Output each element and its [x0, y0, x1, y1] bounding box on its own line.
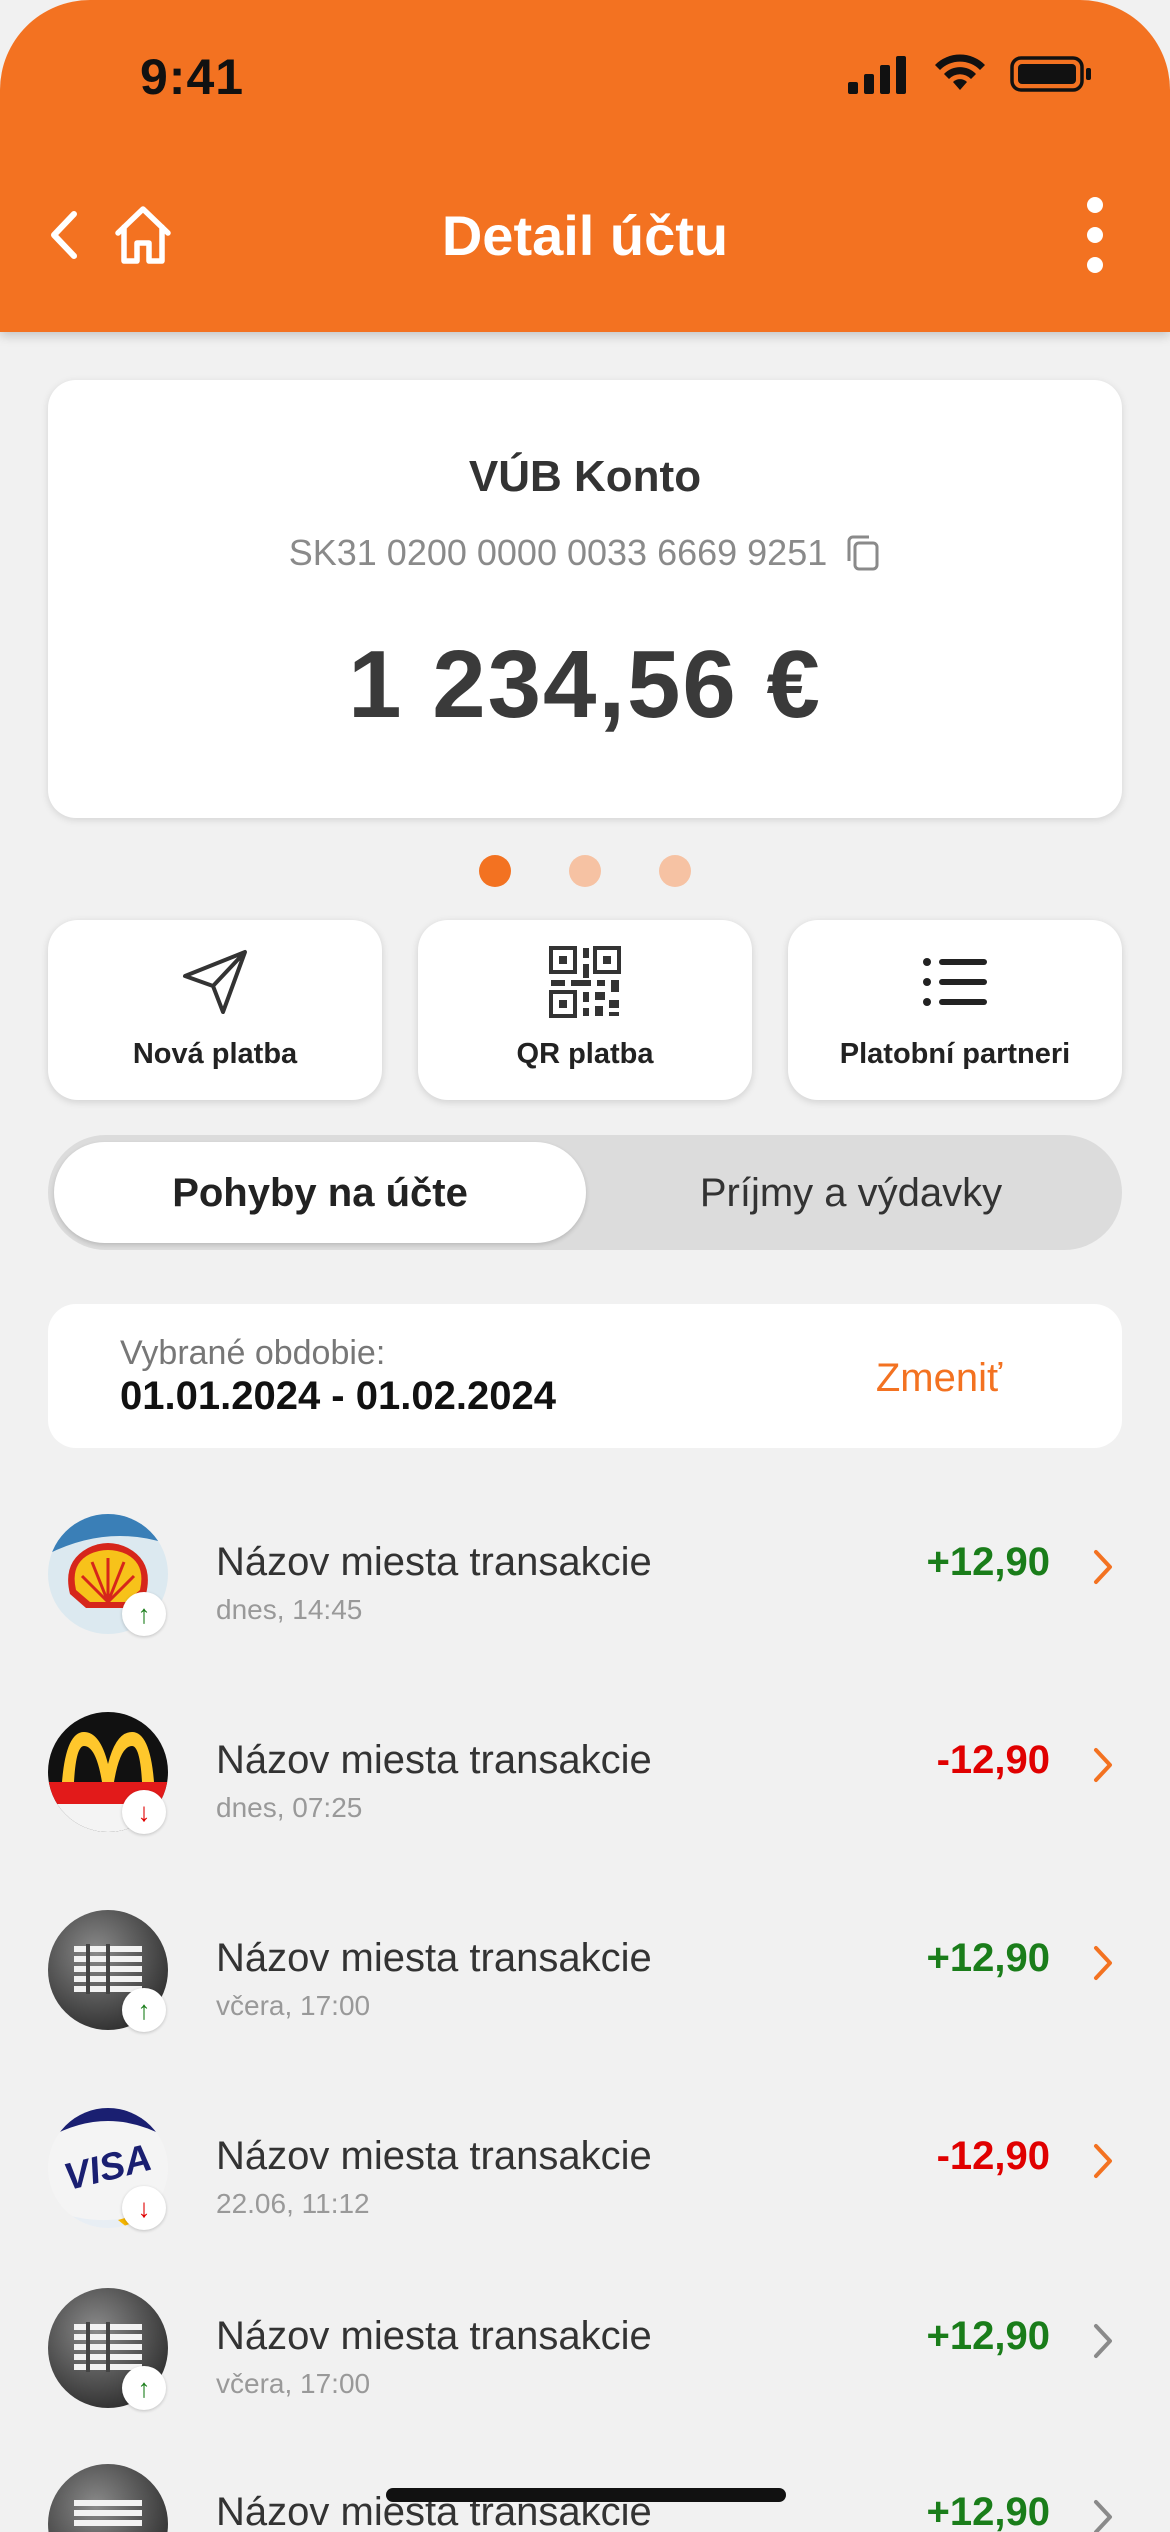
payment-partners-label: Platobní partneri [839, 1038, 1071, 1070]
account-iban: SK31 0200 0000 0033 6669 9251 [288, 532, 828, 573]
transaction-amount: +12,90 [926, 2490, 1050, 2532]
incoming-arrow-icon: ↑ [122, 2366, 166, 2410]
qr-code-icon [549, 946, 621, 1018]
transaction-amount: -12,90 [936, 1738, 1050, 1782]
page-title: Detail účtu [441, 204, 729, 267]
copy-icon[interactable] [845, 533, 881, 573]
new-payment-button[interactable]: Nová platba [48, 920, 382, 1100]
chevron-right-icon[interactable] [1088, 2318, 1118, 2364]
transaction-row[interactable]: ↑ Názov miesta transakcie včera, 17:00 +… [0, 1896, 1170, 2056]
battery-icon [1010, 56, 1091, 92]
transaction-amount: -12,90 [936, 2134, 1050, 2178]
qr-payment-button[interactable]: QR platba [418, 920, 752, 1100]
status-icons [848, 54, 1092, 94]
more-vertical-icon[interactable] [1070, 190, 1120, 280]
transaction-date: včera, 17:00 [216, 2368, 371, 2399]
chevron-right-icon[interactable] [1088, 2494, 1118, 2532]
chevron-right-icon[interactable] [1088, 1742, 1118, 1788]
chevron-right-icon[interactable] [1088, 2138, 1118, 2184]
period-value: 01.01.2024 - 01.02.2024 [120, 1374, 556, 1418]
incoming-arrow-icon: ↑ [122, 1592, 166, 1636]
wifi-icon [935, 54, 985, 90]
list-icon [923, 958, 987, 1006]
period-selector: Vybrané obdobie: 01.01.2024 - 01.02.2024… [48, 1304, 1122, 1448]
carousel-dot[interactable] [659, 855, 691, 887]
qr-payment-label: QR platba [516, 1038, 654, 1070]
transaction-name: Názov miesta transakcie [216, 1738, 652, 1782]
carousel-dot[interactable] [569, 855, 601, 887]
transaction-date: 22.06, 11:12 [216, 2188, 370, 2219]
account-card[interactable]: VÚB Konto SK31 0200 0000 0033 6669 9251 … [48, 380, 1122, 818]
chevron-right-icon[interactable] [1088, 1544, 1118, 1590]
outgoing-arrow-icon: ↓ [122, 2186, 166, 2230]
transaction-name: Názov miesta transakcie [216, 1540, 652, 1584]
carousel-dot-active[interactable] [479, 855, 511, 887]
account-iban-row: SK31 0200 0000 0033 6669 9251 [48, 532, 1122, 574]
transaction-date: dnes, 14:45 [216, 1594, 363, 1625]
transaction-date: včera, 17:00 [216, 1990, 371, 2021]
status-time: 9:41 [140, 49, 245, 105]
incoming-arrow-icon: ↑ [122, 1988, 166, 2032]
transaction-amount: +12,90 [926, 1936, 1050, 1980]
change-period-button[interactable]: Zmeniť [876, 1356, 1002, 1401]
segmented-control: Pohyby na účte Príjmy a výdavky [48, 1135, 1122, 1250]
signal-icon [848, 56, 906, 94]
transaction-name: Názov miesta transakcie [216, 2314, 652, 2358]
outgoing-arrow-icon: ↓ [122, 1790, 166, 1834]
send-icon [183, 950, 247, 1014]
transaction-row[interactable]: ↑ Názov miesta transakcie dnes, 14:45 +1… [0, 1500, 1170, 1660]
account-balance: 1 234,56 € [348, 631, 822, 738]
chevron-right-icon[interactable] [1088, 1940, 1118, 1986]
tab-movements-label[interactable]: Pohyby na účte [54, 1171, 586, 1216]
account-name: VÚB Konto [468, 452, 702, 501]
transaction-row[interactable]: ↑ Názov miesta transakcie včera, 17:00 +… [0, 2274, 1170, 2434]
ibm-logo [48, 2464, 168, 2532]
transaction-name: Názov miesta transakcie [216, 2134, 652, 2178]
payment-partners-button[interactable]: Platobní partneri [788, 920, 1122, 1100]
transaction-row[interactable]: ↓ Názov miesta transakcie dnes, 07:25 -1… [0, 1698, 1170, 1858]
transaction-date: dnes, 07:25 [216, 1792, 363, 1823]
period-label: Vybrané obdobie: [120, 1334, 386, 1372]
home-indicator[interactable] [386, 2488, 786, 2502]
transaction-name: Názov miesta transakcie [216, 1936, 652, 1980]
new-payment-label: Nová platba [132, 1038, 298, 1070]
top-app-bar: 9:41 Detail účtu [0, 0, 1170, 332]
account-detail-screen: 9:41 Detail účtu VÚB Konto SK31 0200 000… [0, 0, 1170, 2532]
transaction-row[interactable]: VISA ↓ Názov miesta transakcie 22.06, 11… [0, 2094, 1170, 2254]
tab-income-expenses[interactable]: Príjmy a výdavky [586, 1171, 1116, 1216]
transaction-amount: +12,90 [926, 1540, 1050, 1584]
transaction-amount: +12,90 [926, 2314, 1050, 2358]
carousel-indicator [0, 855, 1170, 887]
